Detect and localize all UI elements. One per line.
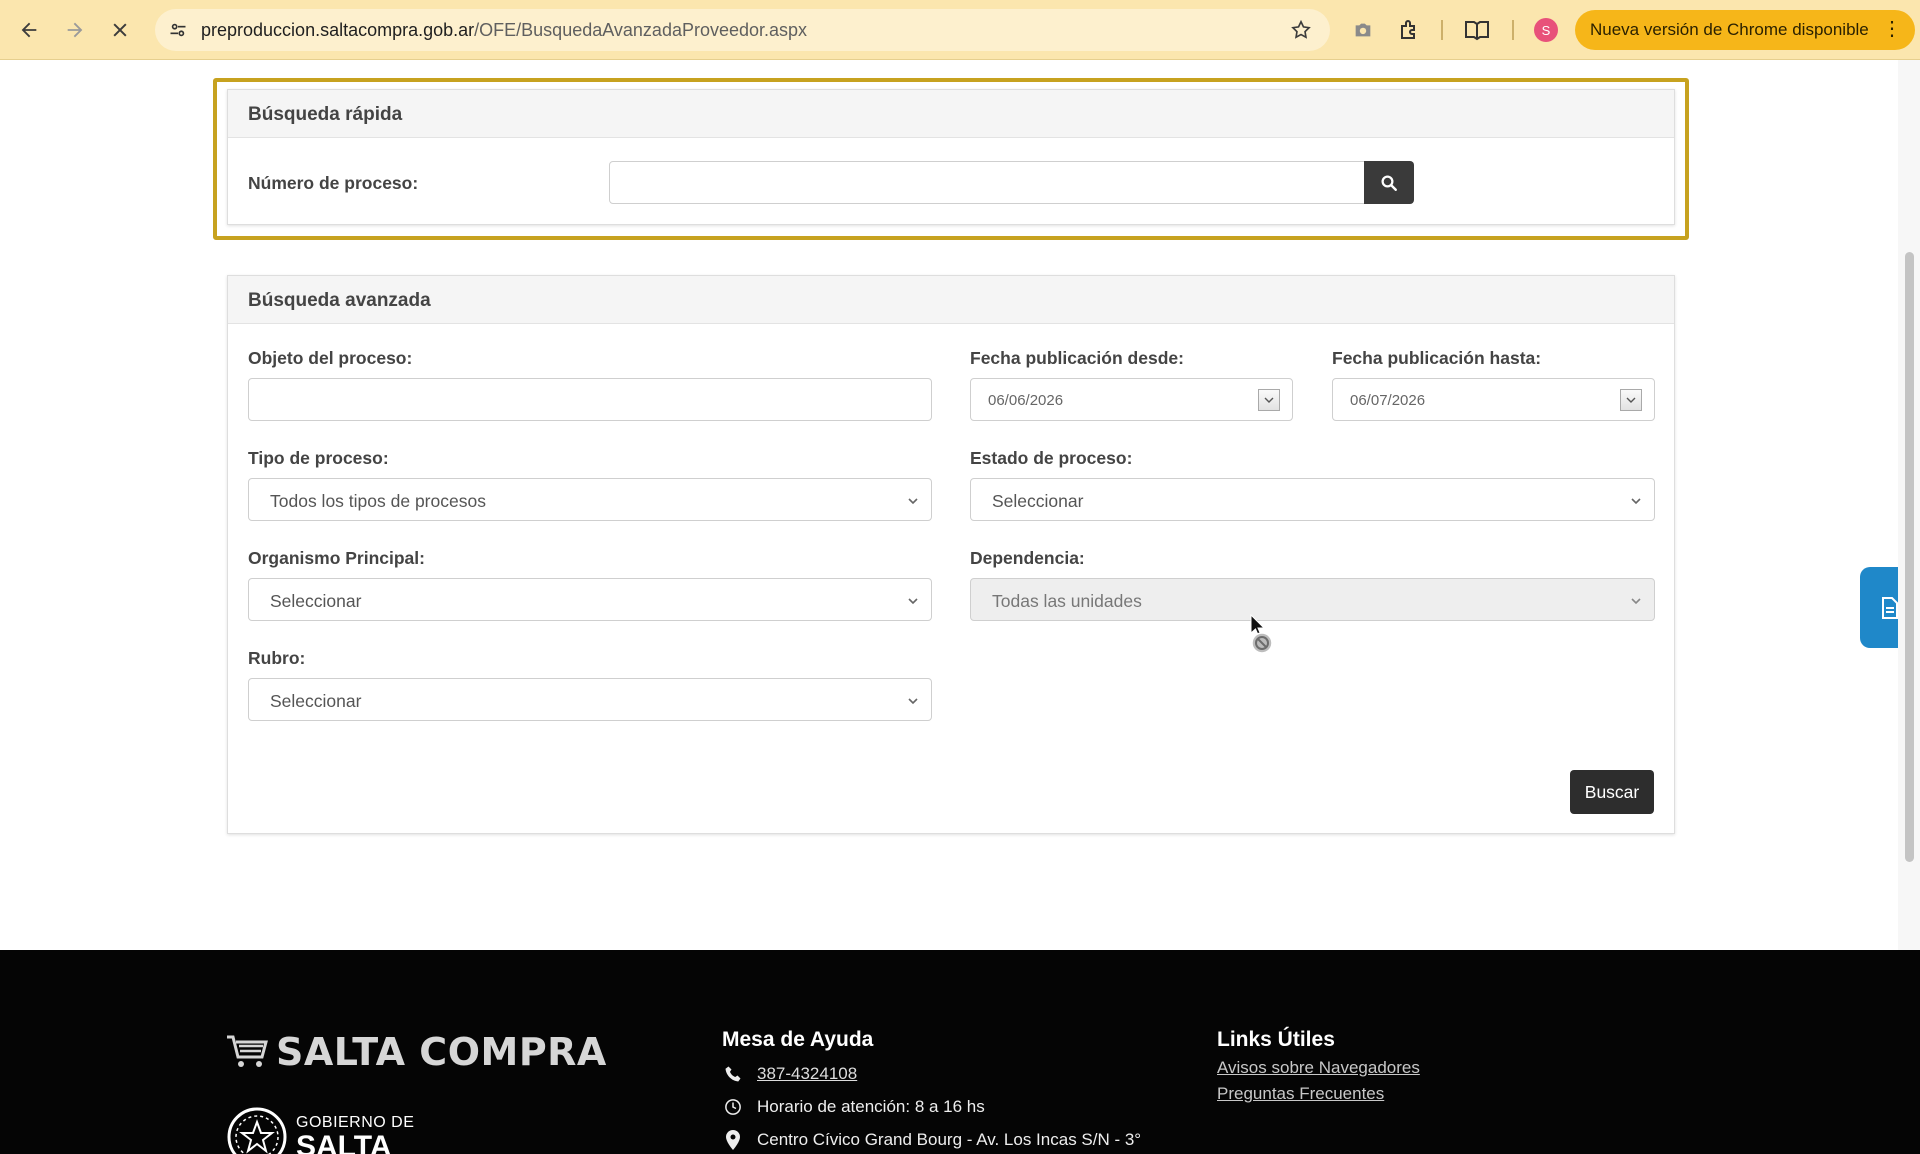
process-type-label: Tipo de proceso: [248,448,389,468]
process-type-select[interactable]: Todos los tipos de procesos [248,478,932,521]
chevron-down-icon [908,498,918,505]
url-text: preproduccion.saltacompra.gob.ar/OFE/Bus… [201,20,807,41]
help-address-text: Centro Cívico Grand Bourg - Av. Los Inca… [757,1130,1142,1149]
help-hours-row: Horario de atención: 8 a 16 hs [722,1097,985,1117]
forward-arrow-icon[interactable] [57,12,93,48]
help-phone-link[interactable]: 387-4324108 [757,1064,857,1084]
chevron-down-icon [908,698,918,705]
salta-compra-logo[interactable]: SALTA COMPRA [226,1030,607,1074]
browser-toolbar: preproduccion.saltacompra.gob.ar/OFE/Bus… [0,0,1920,60]
chevron-down-icon [1631,598,1641,605]
phone-icon [722,1064,744,1084]
dependency-value: Todas las unidades [992,591,1142,611]
quick-search-title: Búsqueda rápida [248,104,403,125]
url-host: preproduccion.saltacompra.gob.ar [201,20,475,40]
help-address-row: Centro Cívico Grand Bourg - Av. Los Inca… [722,1130,1141,1150]
main-organism-label: Organismo Principal: [248,548,425,568]
search-icon [1381,175,1397,191]
main-organism-value: Seleccionar [270,591,362,611]
quick-search-panel: Búsqueda rápida Número de proceso: [227,89,1675,225]
quick-search-header: Búsqueda rápida [228,90,1674,138]
link-faq[interactable]: Preguntas Frecuentes [1217,1084,1384,1104]
page-scrollbar[interactable] [1898,60,1920,950]
date-to-dropdown-icon[interactable] [1620,389,1642,411]
date-from-dropdown-icon[interactable] [1258,389,1280,411]
camera-icon[interactable] [1346,13,1380,47]
quick-search-button[interactable] [1364,161,1414,204]
category-value: Seleccionar [270,691,362,711]
extensions-icon[interactable] [1392,13,1426,47]
stop-loading-icon[interactable] [102,12,138,48]
process-state-select[interactable]: Seleccionar [970,478,1655,521]
date-from-value: 06/06/2026 [988,392,1064,409]
date-to-field[interactable]: 06/07/2026 [1332,378,1655,421]
useful-links-title: Links Útiles [1217,1028,1335,1051]
chevron-down-icon [1631,498,1641,505]
dependency-label: Dependencia: [970,548,1085,568]
more-menu-icon[interactable]: ⋮ [1882,19,1902,39]
profile-avatar[interactable]: S [1534,18,1558,42]
main-organism-select[interactable]: Seleccionar [248,578,932,621]
location-pin-icon [722,1130,744,1150]
chrome-update-button[interactable]: Nueva versión de Chrome disponible ⋮ [1575,10,1915,50]
back-arrow-icon[interactable] [11,12,47,48]
process-state-label: Estado de proceso: [970,448,1133,468]
link-browser-notices[interactable]: Avisos sobre Navegadores [1217,1058,1420,1078]
category-select[interactable]: Seleccionar [248,678,932,721]
toolbar-separator [1441,20,1443,40]
advanced-search-title: Búsqueda avanzada [248,290,431,311]
chrome-update-label: Nueva versión de Chrome disponible [1590,20,1869,39]
url-path: /OFE/BusquedaAvanzadaProveedor.aspx [474,20,808,40]
process-object-label: Objeto del proceso: [248,348,413,368]
toolbar-separator [1512,20,1514,40]
search-button[interactable]: Buscar [1570,770,1654,814]
chevron-down-icon [908,598,918,605]
site-footer: SALTA COMPRA GOBIERNO DE SALTA Mesa de A… [0,950,1920,1154]
date-from-label: Fecha publicación desde: [970,348,1184,368]
date-from-field[interactable]: 06/06/2026 [970,378,1293,421]
gov-line-2: SALTA [296,1130,392,1154]
process-state-value: Seleccionar [992,491,1084,511]
process-number-input[interactable] [609,161,1366,204]
date-to-label: Fecha publicación hasta: [1332,348,1542,368]
help-hours-text: Horario de atención: 8 a 16 hs [757,1097,985,1116]
brand-name: SALTA COMPRA [276,1030,607,1074]
bookmark-star-icon[interactable] [1288,17,1314,43]
site-info-icon[interactable] [165,17,191,43]
process-number-label: Número de proceso: [248,173,419,193]
advanced-search-panel: Búsqueda avanzada Objeto del proceso: Fe… [227,275,1675,834]
document-icon [1882,596,1898,619]
gobierno-salta-logo[interactable]: GOBIERNO DE SALTA [226,1106,414,1154]
help-desk-title: Mesa de Ayuda [722,1028,874,1051]
shopping-cart-icon [227,1035,268,1067]
process-type-value: Todos los tipos de procesos [270,491,486,511]
clock-icon [722,1097,744,1117]
mouse-cursor [1249,613,1279,661]
process-object-input[interactable] [248,378,932,421]
date-to-value: 06/07/2026 [1350,392,1426,409]
scrollbar-thumb[interactable] [1905,252,1914,862]
dependency-select[interactable]: Todas las unidades [970,578,1655,621]
help-phone-row: 387-4324108 [722,1064,857,1084]
provincial-seal-icon [227,1107,287,1154]
category-label: Rubro: [248,648,306,668]
reading-list-icon[interactable] [1460,13,1494,47]
advanced-search-header: Búsqueda avanzada [228,276,1674,324]
address-bar[interactable]: preproduccion.saltacompra.gob.ar/OFE/Bus… [155,9,1330,51]
